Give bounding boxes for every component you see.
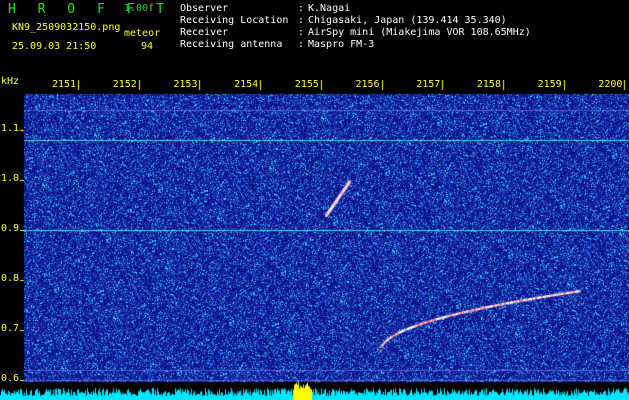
datetime-label: 25.09.03 21:50 [12,41,97,52]
info-colon: : [298,3,305,14]
info-label-observer: Observer [180,3,229,14]
info-value-receiver: AirSpy mini (Miakejima VOR 108.65MHz) [308,27,531,38]
y-tick-label: 1.1 [1,123,20,134]
info-colon: : [298,15,305,26]
app-version: 1.00f [124,3,155,14]
spectrogram-canvas [0,76,629,400]
header-panel: H R O F F T 1.00f KN9_2509032150.png met… [0,0,629,76]
mode-label: meteor [124,28,161,39]
x-tick-label: 2157 [416,79,441,90]
y-tick-label: 0.9 [1,223,20,234]
info-label-antenna: Receiving antenna [180,39,283,50]
y-tick-label: 1.0 [1,173,20,184]
y-tick-label: 0.6 [1,373,20,384]
x-tick-label: 2153 [173,79,198,90]
x-tick-label: 2151 [52,79,77,90]
spectrogram-panel: kHz 1.1 1.0 0.9 0.8 0.7 0.6 2151 2152 2153 2154 2… [0,76,629,400]
info-value-location: Chigasaki, Japan (139.414 35.340) [308,15,507,26]
info-colon: : [298,39,305,50]
x-tick-label: 2159 [537,79,562,90]
y-axis-unit: kHz [1,76,20,87]
info-value-antenna: Maspro FM-3 [308,39,375,50]
y-tick-label: 0.7 [1,323,20,334]
x-tick-label: 2155 [294,79,319,90]
x-tick-label: 2158 [476,79,501,90]
x-tick-label: 2156 [355,79,380,90]
x-tick-label: 2152 [112,79,137,90]
file-name: KN9_2509032150.png [12,22,121,33]
info-value-observer: K.Nagai [308,3,351,14]
info-colon: : [298,27,305,38]
info-label-location: Receiving Location [180,15,289,26]
info-label-receiver: Receiver [180,27,229,38]
y-tick-label: 0.8 [1,273,20,284]
x-tick-label: 2154 [234,79,259,90]
x-tick-label: 2200 [598,79,623,90]
count-label: 94 [141,41,154,52]
